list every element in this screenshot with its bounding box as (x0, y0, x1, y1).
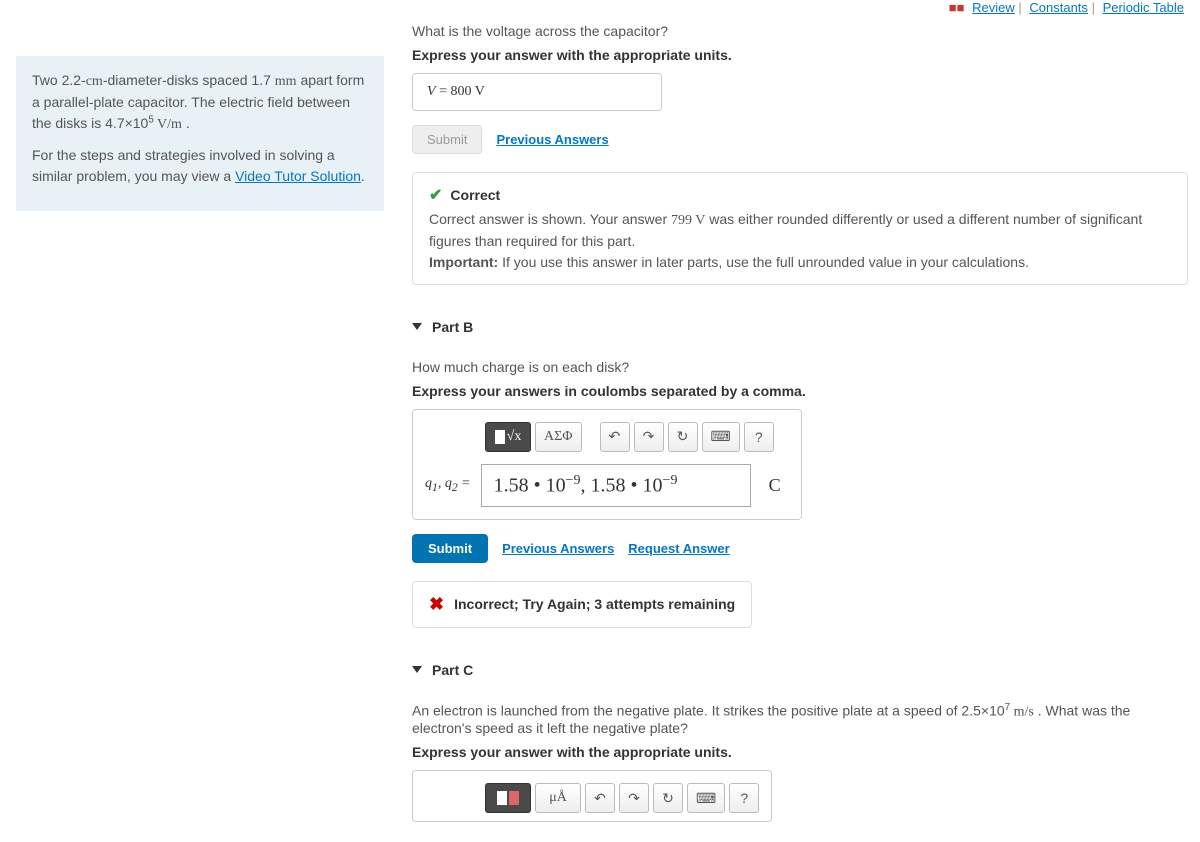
part-b-instruction: Express your answers in coulombs separat… (412, 383, 1188, 399)
video-tutor-link[interactable]: Video Tutor Solution (235, 168, 361, 184)
part-c-instruction: Express your answer with the appropriate… (412, 744, 1188, 760)
part-a-previous-answers-link[interactable]: Previous Answers (496, 132, 608, 147)
part-c-header[interactable]: Part C (412, 662, 1188, 678)
problem-text-1: Two 2.2-cm-diameter-disks spaced 1.7 mm … (32, 70, 368, 135)
part-a-answer-display: V = 800 V (412, 73, 662, 111)
feedback-body: Correct answer is shown. Your answer 799… (429, 209, 1171, 272)
redo-button[interactable]: ↷ (634, 422, 664, 452)
part-b-request-answer-link[interactable]: Request Answer (628, 541, 729, 556)
help-button[interactable]: ? (744, 422, 774, 452)
periodic-table-link[interactable]: Periodic Table (1103, 0, 1184, 15)
keyboard-button[interactable]: ⌨ (702, 422, 740, 452)
constants-link[interactable]: Constants (1029, 0, 1088, 15)
part-b-header[interactable]: Part B (412, 319, 1188, 335)
part-a-feedback: ✔ Correct Correct answer is shown. Your … (412, 172, 1188, 285)
part-b-previous-answers-link[interactable]: Previous Answers (502, 541, 614, 556)
caret-down-icon (412, 323, 422, 330)
part-b-unit: C (761, 475, 789, 496)
review-link[interactable]: Review (972, 0, 1015, 15)
part-b-toolbar: √x ΑΣΦ ↶ ↷ ↻ ⌨ ? (485, 422, 789, 452)
feedback-title-text: Correct (450, 187, 500, 203)
x-icon: ✖ (429, 594, 444, 615)
problem-text-2: For the steps and strategies involved in… (32, 145, 368, 187)
part-a-question: What is the voltage across the capacitor… (412, 23, 1188, 39)
undo-button[interactable]: ↶ (600, 422, 630, 452)
part-a-instruction: Express your answer with the appropriate… (412, 47, 1188, 63)
part-b-equation-editor: √x ΑΣΦ ↶ ↷ ↻ ⌨ ? q1, q2 = 1.58 • 10−9, 1… (412, 409, 802, 520)
top-links: ■■ Review | Constants | Periodic Table (412, 0, 1188, 23)
caret-down-icon (412, 666, 422, 673)
part-b-submit-button[interactable]: Submit (412, 534, 488, 563)
part-b-incorrect-feedback: ✖ Incorrect; Try Again; 3 attempts remai… (412, 581, 752, 628)
part-c-equation-editor: μÅ ↶ ↷ ↻ ⌨ ? (412, 770, 772, 822)
problem-statement: Two 2.2-cm-diameter-disks spaced 1.7 mm … (16, 56, 384, 211)
part-b-variable-label: q1, q2 = (425, 476, 471, 494)
part-b-question: How much charge is on each disk? (412, 359, 1188, 375)
reset-button[interactable]: ↻ (668, 422, 698, 452)
part-b-answer-input[interactable]: 1.58 • 10−9, 1.58 • 10−9 (481, 464, 751, 507)
templates-button[interactable]: √x (485, 422, 531, 452)
part-c-question: An electron is launched from the negativ… (412, 702, 1188, 737)
check-icon: ✔ (429, 185, 442, 205)
part-a-submit-button: Submit (412, 125, 482, 154)
greek-button[interactable]: ΑΣΦ (535, 422, 582, 452)
